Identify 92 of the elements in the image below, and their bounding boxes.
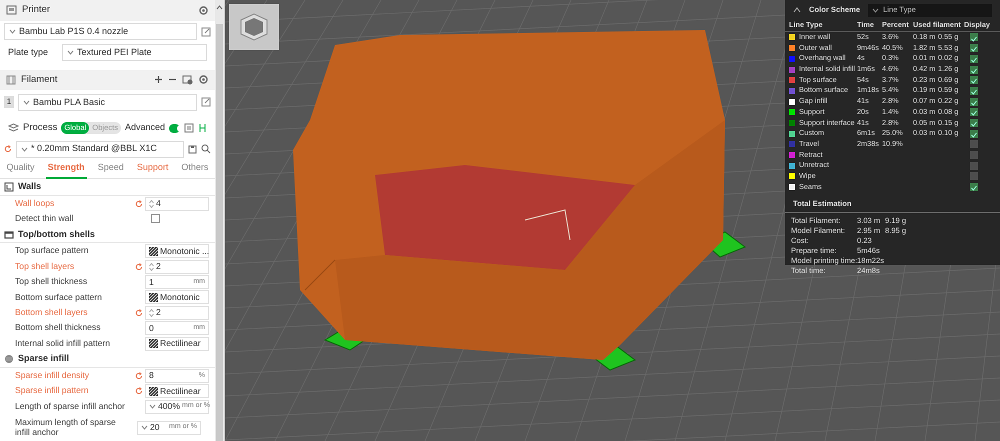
edit-icon[interactable]: [201, 97, 211, 108]
settings-icon[interactable]: [198, 4, 209, 16]
pattern-dropdown[interactable]: Rectilinear: [145, 336, 209, 351]
spin-field[interactable]: 2: [145, 306, 209, 320]
checkbox[interactable]: [151, 214, 160, 224]
pattern-dropdown[interactable]: Monotonic ...: [145, 244, 209, 258]
plate-thumbnail[interactable]: [229, 4, 279, 50]
filament-sync-icon[interactable]: [182, 74, 193, 85]
display-checkbox[interactable]: [970, 33, 978, 42]
hatch-pattern-icon: [149, 339, 158, 348]
display-checkbox[interactable]: [970, 66, 978, 74]
section-title: Walls: [18, 180, 42, 194]
list-icon[interactable]: [184, 123, 194, 134]
reset-icon[interactable]: [135, 262, 143, 271]
spin-arrows-icon: [149, 262, 154, 272]
display-checkbox[interactable]: [970, 98, 978, 106]
spin-arrows-icon: [149, 198, 154, 208]
display-checkbox[interactable]: [970, 172, 978, 180]
display-checkbox[interactable]: [970, 108, 978, 116]
setting-label: Length of sparse infill anchor: [15, 402, 126, 412]
settings-tab[interactable]: Quality: [4, 159, 37, 179]
settings-icon[interactable]: [198, 74, 209, 86]
scrollbar-thumb[interactable]: [216, 24, 223, 441]
chevron-down-icon: [23, 100, 30, 105]
settings-tab[interactable]: Speed: [96, 159, 126, 179]
chevron-down-icon: [149, 404, 156, 410]
collapse-icon[interactable]: [793, 7, 801, 13]
hatch-pattern-icon: [149, 246, 158, 256]
setting-label: Maximum length of sparse infill anchor: [15, 418, 117, 438]
pattern-dropdown[interactable]: Rectilinear: [145, 384, 209, 398]
setting-label: Internal solid infill pattern: [15, 338, 112, 348]
reset-icon[interactable]: [135, 200, 143, 208]
display-checkbox[interactable]: [970, 76, 978, 84]
display-checkbox[interactable]: [970, 140, 978, 148]
filament-index: 1: [4, 96, 14, 108]
search-icon[interactable]: [201, 144, 211, 154]
display-checkbox[interactable]: [970, 183, 978, 192]
reset-icon[interactable]: [135, 387, 143, 396]
setting-label: Sparse infill pattern: [15, 386, 90, 396]
printer-dropdown[interactable]: Bambu Lab P1S 0.4 nozzle: [4, 23, 197, 40]
toggle-label: Advanced: [125, 121, 166, 134]
spin-arrows-icon: [149, 308, 154, 318]
display-checkbox[interactable]: [970, 118, 978, 127]
compare-icon[interactable]: [198, 123, 207, 134]
spin-field[interactable]: 4: [145, 196, 209, 210]
panel-title: Process: [23, 121, 58, 136]
display-checkbox[interactable]: [970, 86, 978, 95]
reset-icon[interactable]: [135, 308, 143, 317]
setting-label: Top shell layers: [15, 262, 76, 272]
panel-title: Printer: [22, 3, 51, 18]
display-checkbox[interactable]: [970, 54, 978, 63]
save-icon[interactable]: [188, 144, 197, 154]
pattern-dropdown[interactable]: Monotonic: [145, 290, 209, 304]
display-checkbox[interactable]: [970, 151, 978, 160]
shell-icon: [4, 230, 14, 240]
setting-label: Bottom surface pattern: [15, 292, 103, 302]
setting-label: Sparse infill density: [15, 371, 90, 381]
setting-label: Top shell thickness: [15, 277, 88, 287]
section-title: Top/bottom shells: [18, 228, 95, 241]
section-title: Sparse infill: [18, 352, 70, 366]
display-checkbox[interactable]: [970, 44, 978, 52]
hatch-pattern-icon: [149, 386, 158, 396]
reset-icon[interactable]: [135, 372, 143, 380]
filament-dropdown[interactable]: Bambu PLA Basic: [18, 94, 197, 111]
edit-icon[interactable]: [201, 26, 211, 37]
scroll-up-icon[interactable]: [216, 5, 223, 10]
setting-label: Detect thin wall: [15, 214, 74, 224]
plate-type-dropdown[interactable]: Textured PEI Plate: [62, 44, 207, 62]
spin-field[interactable]: 2: [145, 260, 209, 274]
process-dropdown[interactable]: * 0.20mm Standard @BBL X1C: [16, 140, 184, 158]
chevron-down-icon: [9, 29, 16, 34]
display-checkbox[interactable]: [970, 162, 978, 170]
settings-tab[interactable]: Others: [179, 159, 210, 179]
display-checkbox[interactable]: [970, 130, 978, 138]
plus-icon[interactable]: [154, 75, 163, 84]
printer-icon: [6, 5, 17, 16]
setting-label: Top surface pattern: [15, 246, 90, 256]
chevron-down-icon: [67, 50, 74, 56]
setting-label: Wall loops: [15, 198, 56, 208]
panel-title: Filament: [21, 72, 58, 87]
hatch-pattern-icon: [149, 292, 158, 302]
layers-icon: [8, 123, 19, 134]
spool-icon: [6, 74, 16, 85]
chevron-down-icon: [872, 8, 880, 12]
reset-icon[interactable]: [4, 145, 12, 153]
chevron-down-icon: [21, 146, 28, 152]
infill-icon: [4, 354, 14, 364]
chevron-down-icon: [141, 425, 148, 430]
wall-icon: [4, 182, 14, 192]
setting-label: Bottom shell thickness: [15, 323, 102, 333]
field-label: Plate type: [8, 46, 50, 59]
setting-label: Bottom shell layers: [15, 308, 89, 318]
